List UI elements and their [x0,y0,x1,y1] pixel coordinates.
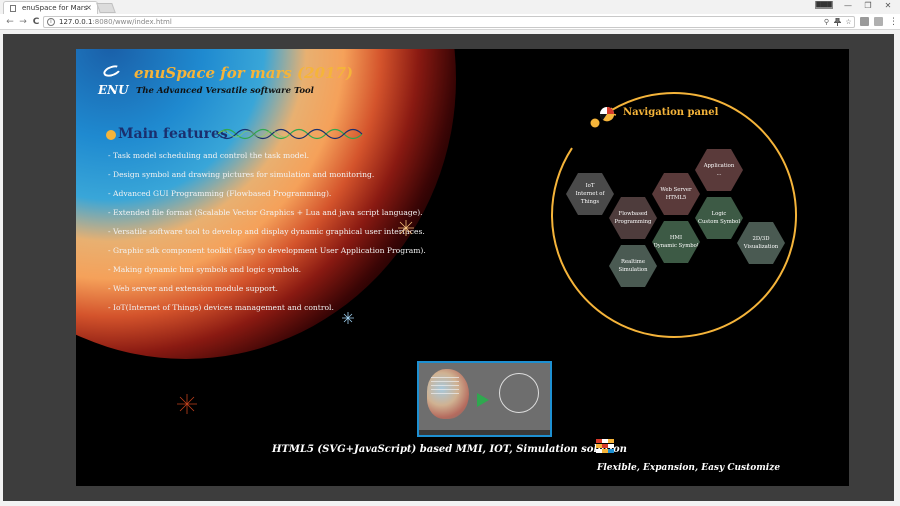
maximize-button[interactable]: ❐ [858,0,878,12]
feature-item: - Versatile software tool to develop and… [108,227,425,236]
page-subtitle: The Advanced Versatile software Tool [136,86,314,96]
sine-wave-decoration [218,128,363,140]
tab-title: enuSpace for Mars [22,4,88,12]
page-icon [10,5,16,12]
sparkle-icon [177,394,197,414]
feature-item: - Design symbol and drawing pictures for… [108,170,375,179]
brand-label: ENU [98,83,129,97]
address-bar[interactable]: i 127.0.0.1:8080/www/index.html ⚲ ☆ [43,16,855,28]
navigation-ring [551,92,797,338]
close-tab-icon[interactable]: × [85,3,92,13]
browser-tab[interactable]: enuSpace for Mars × [3,1,98,14]
demo-video-thumbnail[interactable] [417,361,552,437]
browser-menu-icon[interactable]: ⋮ [889,16,898,28]
reload-icon[interactable]: C [30,16,42,28]
browser-toolbar: ← → C i 127.0.0.1:8080/www/index.html ⚲ … [0,14,900,30]
page-title: enuSpace for mars (2017) [134,64,353,82]
close-window-button[interactable]: ✕ [878,0,898,12]
url-text[interactable]: 127.0.0.1:8080/www/index.html [59,18,172,27]
heading-bullet-icon [106,130,116,140]
page-viewport: ENU enuSpace for mars (2017) The Advance… [3,34,894,501]
html5-badge-icon [596,439,614,457]
extension-s-icon[interactable] [874,17,883,26]
feature-item: - Task model scheduling and control the … [108,151,309,160]
solution-tagline: HTML5 (SVG+JavaScript) based MMI, IOT, S… [272,444,627,455]
feature-item: - Advanced GUI Programming (Flowbased Pr… [108,189,332,198]
sparkle-icon [398,220,414,236]
tab-strip: enuSpace for Mars × ████ — ❐ ✕ [0,0,900,14]
main-stage: ENU enuSpace for mars (2017) The Advance… [76,49,849,486]
thumbnail-taskbar [419,430,550,435]
info-icon[interactable]: i [47,18,55,26]
forward-icon[interactable]: → [17,16,29,28]
minimize-button[interactable]: — [838,0,858,12]
feature-item: - Making dynamic hmi symbols and logic s… [108,265,302,274]
feature-tagline: Flexible, Expansion, Easy Customize [597,463,781,473]
navigation-panel-title: Navigation panel [623,107,719,118]
back-icon[interactable]: ← [4,16,16,28]
feature-item: - Graphic sdk component toolkit (Easy to… [108,246,426,255]
pin-icon[interactable] [833,17,842,27]
feature-item: - Web server and extension module suppor… [108,284,278,293]
thumbnail-ring [499,373,539,413]
profile-badge[interactable]: ████ [815,1,833,9]
features-list: - Task model scheduling and control the … [108,150,426,321]
feature-item: - Extended file format (Scalable Vector … [108,208,423,217]
bookmark-star-icon[interactable]: ☆ [844,18,853,27]
sparkle-icon [342,312,354,324]
new-tab-button[interactable] [96,3,116,13]
features-heading: Main features [118,126,228,142]
pie-chart-icon [599,107,615,122]
feature-item: - IoT(Internet of Things) devices manage… [108,303,334,312]
zoom-icon[interactable]: ⚲ [822,18,831,27]
thumbnail-text [431,377,459,397]
play-icon[interactable] [477,393,489,407]
extension-icon[interactable] [860,17,869,26]
